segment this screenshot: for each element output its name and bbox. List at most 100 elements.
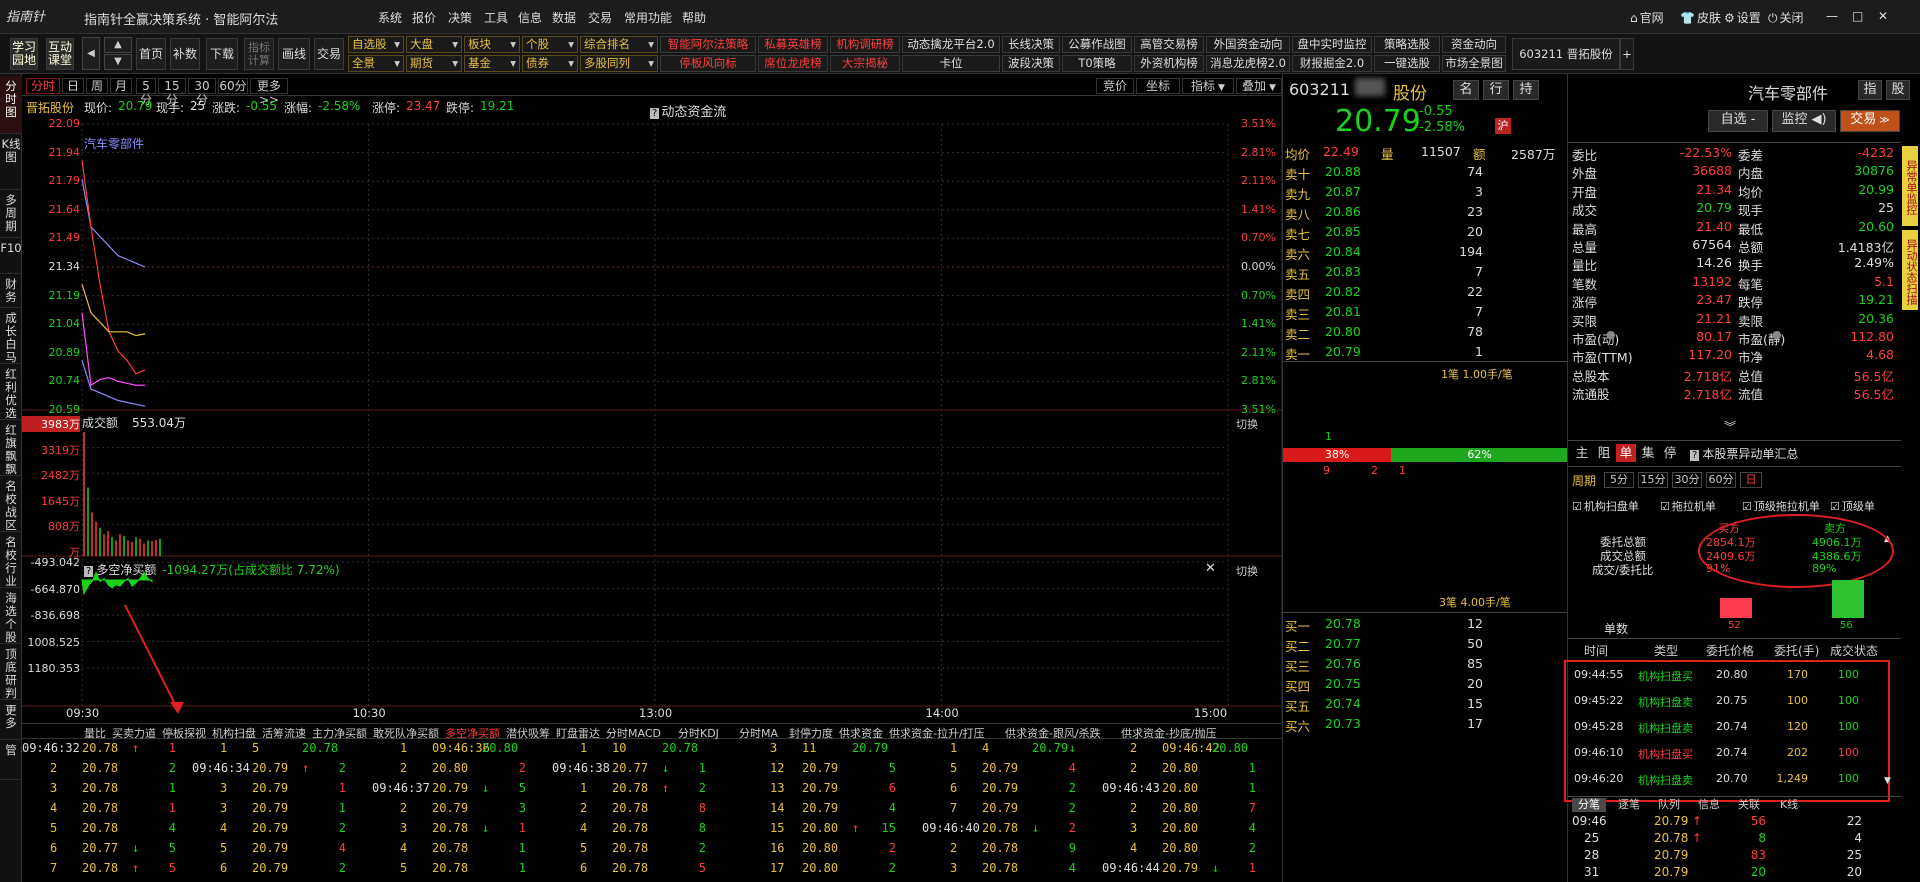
chart-tool-3[interactable]: 叠加 ▼ xyxy=(1236,78,1282,94)
sidebar-item-8[interactable]: 名校战区 xyxy=(0,476,22,532)
toolbar-button-7[interactable]: 交易 xyxy=(314,38,344,70)
chart-tool-1[interactable]: 坐标 xyxy=(1136,78,1180,94)
topbar-shirt[interactable]: 👕 皮肤 xyxy=(1680,9,1721,26)
arrow-down-icon[interactable]: ▼ xyxy=(104,54,132,70)
row2-dropdown-0[interactable]: 全景 xyxy=(348,55,404,72)
row1-dropdown-3[interactable]: 个股 xyxy=(522,36,578,53)
toolbar-button-4[interactable]: 下载 xyxy=(206,38,238,70)
menu-6[interactable]: 交易 xyxy=(588,9,612,26)
row2-button-11[interactable]: 外资机构榜 xyxy=(1134,55,1204,72)
chart-tool-0[interactable]: 竞价 xyxy=(1096,78,1134,94)
right-period-tab-2[interactable]: 30分 xyxy=(1672,472,1702,488)
vertical-tab-0[interactable]: 异常单监控 xyxy=(1902,146,1918,226)
sidebar-item-5[interactable]: 成长白马 xyxy=(0,308,22,364)
right-period-tab-3[interactable]: 60分 xyxy=(1706,472,1736,488)
period-tab-8[interactable]: 更多>> xyxy=(250,78,288,107)
toolbar-button-5[interactable]: 指标计算 xyxy=(244,38,274,70)
watchlist-button[interactable]: 自选 - xyxy=(1708,110,1768,132)
mode-tab-4[interactable]: 停 xyxy=(1660,444,1680,462)
period-tab-0[interactable]: 分时 xyxy=(26,78,60,94)
sidebar-item-0[interactable]: 分时图 xyxy=(0,76,22,134)
industry-button-0[interactable]: 指 xyxy=(1858,80,1882,100)
industry-button-1[interactable]: 股 xyxy=(1886,80,1910,100)
chart-tool-2[interactable]: 指标 ▼ xyxy=(1182,78,1234,94)
toolbar-button-0[interactable]: 学习园地 xyxy=(10,38,38,70)
row2-button-13[interactable]: 财报掘金2.0 xyxy=(1292,55,1372,72)
sidebar-item-6[interactable]: 红利优选 xyxy=(0,364,22,420)
row2-dropdown-2[interactable]: 基金 xyxy=(464,55,520,72)
toolbar-button-1[interactable]: 互动课堂 xyxy=(46,38,74,70)
row1-button-8[interactable]: 动态擒龙平台2.0 xyxy=(902,36,1000,53)
row1-dropdown-2[interactable]: 板块 xyxy=(464,36,520,53)
close-panel-icon[interactable]: ✕ xyxy=(1205,561,1216,576)
right-period-tab-0[interactable]: 5分 xyxy=(1604,472,1634,488)
menu-3[interactable]: 工具 xyxy=(484,9,508,26)
row2-button-6[interactable]: 席位龙虎榜 xyxy=(758,55,828,72)
period-tab-3[interactable]: 月 xyxy=(110,78,132,94)
row1-dropdown-4[interactable]: 综合排名 xyxy=(580,36,658,53)
add-tab-button[interactable]: + xyxy=(1620,38,1634,70)
row2-button-14[interactable]: 一键选股 xyxy=(1374,55,1440,72)
trade-button[interactable]: 交易 ≫ xyxy=(1840,110,1900,132)
period-tab-1[interactable]: 日 xyxy=(62,78,84,94)
topbar-home[interactable]: ⌂ 官网 xyxy=(1630,9,1664,26)
expand-icon[interactable]: ︾ xyxy=(1724,418,1736,435)
tick-tab-1[interactable]: 逐笔 xyxy=(1612,798,1646,812)
row2-button-15[interactable]: 市场全景图 xyxy=(1442,55,1506,72)
right-period-tab-4[interactable]: 日 xyxy=(1740,472,1762,488)
menu-5[interactable]: 数据 xyxy=(552,9,576,26)
name-tab-0[interactable]: 名 xyxy=(1453,80,1479,100)
tick-tab-5[interactable]: K线 xyxy=(1772,798,1806,812)
period-tab-4[interactable]: 5分 xyxy=(136,78,156,107)
row1-button-9[interactable]: 长线决策 xyxy=(1002,36,1060,53)
row2-dropdown-1[interactable]: 期货 xyxy=(406,55,462,72)
check-1[interactable]: 拖拉机单 xyxy=(1660,498,1716,514)
row1-button-12[interactable]: 外国资金动向 xyxy=(1206,36,1290,53)
topbar-power[interactable]: ⏻ 关闭 xyxy=(1768,9,1804,26)
sidebar-item-11[interactable]: 顶底研判 xyxy=(0,644,22,700)
arrow-back-icon[interactable]: ◀ xyxy=(82,37,100,70)
sidebar-item-9[interactable]: 名校行业 xyxy=(0,532,22,588)
row2-button-9[interactable]: 波段决策 xyxy=(1002,55,1060,72)
toolbar-button-6[interactable]: 画线 xyxy=(278,38,310,70)
sidebar-item-4[interactable]: 财务 xyxy=(0,274,22,308)
sidebar-item-3[interactable]: F10 xyxy=(0,238,22,274)
row1-dropdown-0[interactable]: 自选股 xyxy=(348,36,404,53)
switch-button-volume[interactable]: 切换 xyxy=(1236,416,1258,432)
row1-button-6[interactable]: 私募英雄榜 xyxy=(758,36,828,53)
switch-button-netbuy[interactable]: 切换 xyxy=(1236,563,1258,579)
row1-button-13[interactable]: 盘中实时监控 xyxy=(1292,36,1372,53)
monitor-button[interactable]: 监控 ◀) xyxy=(1772,110,1836,132)
menu-8[interactable]: 帮助 xyxy=(682,9,706,26)
menu-2[interactable]: 决策 xyxy=(448,9,472,26)
menu-0[interactable]: 系统 xyxy=(378,9,402,26)
row1-button-11[interactable]: 高管交易榜 xyxy=(1134,36,1204,53)
row2-button-7[interactable]: 大宗揭秘 xyxy=(830,55,900,72)
arrow-up-icon[interactable]: ▲ xyxy=(104,37,132,53)
tick-tab-0[interactable]: 分笔 xyxy=(1572,798,1606,812)
maximize-button[interactable]: □ xyxy=(1852,9,1863,23)
row2-dropdown-3[interactable]: 债券 xyxy=(522,55,578,72)
mode-tab-2[interactable]: 单 xyxy=(1616,444,1636,462)
check-2[interactable]: 顶级拖拉机单 xyxy=(1742,498,1820,514)
menu-7[interactable]: 常用功能 xyxy=(624,9,672,26)
sidebar-item-12[interactable]: 更多 xyxy=(0,700,22,740)
scroll-down-icon[interactable]: ▼ xyxy=(1884,776,1891,786)
row2-button-10[interactable]: T0策略 xyxy=(1062,55,1132,72)
row2-button-8[interactable]: 卡位 xyxy=(902,55,1000,72)
row1-button-14[interactable]: 策略选股 xyxy=(1374,36,1440,53)
menu-4[interactable]: 信息 xyxy=(518,9,542,26)
menu-1[interactable]: 报价 xyxy=(412,9,436,26)
sidebar-item-7[interactable]: 红旗飘飘 xyxy=(0,420,22,476)
row1-button-7[interactable]: 机构调研榜 xyxy=(830,36,900,53)
row2-button-12[interactable]: 消息龙虎榜2.0 xyxy=(1206,55,1290,72)
tick-tab-3[interactable]: 信息 xyxy=(1692,798,1726,812)
name-tab-2[interactable]: 持 xyxy=(1513,80,1539,100)
row2-button-5[interactable]: 停板风向标 xyxy=(660,55,756,72)
toolbar-button-3[interactable]: 补数 xyxy=(170,38,200,70)
row1-button-10[interactable]: 公募作战图 xyxy=(1062,36,1132,53)
name-tab-1[interactable]: 行 xyxy=(1483,80,1509,100)
close-button[interactable]: ✕ xyxy=(1878,9,1888,23)
topbar-gear[interactable]: ⚙ 设置 xyxy=(1724,9,1761,26)
row2-dropdown-4[interactable]: 多股同列 xyxy=(580,55,658,72)
